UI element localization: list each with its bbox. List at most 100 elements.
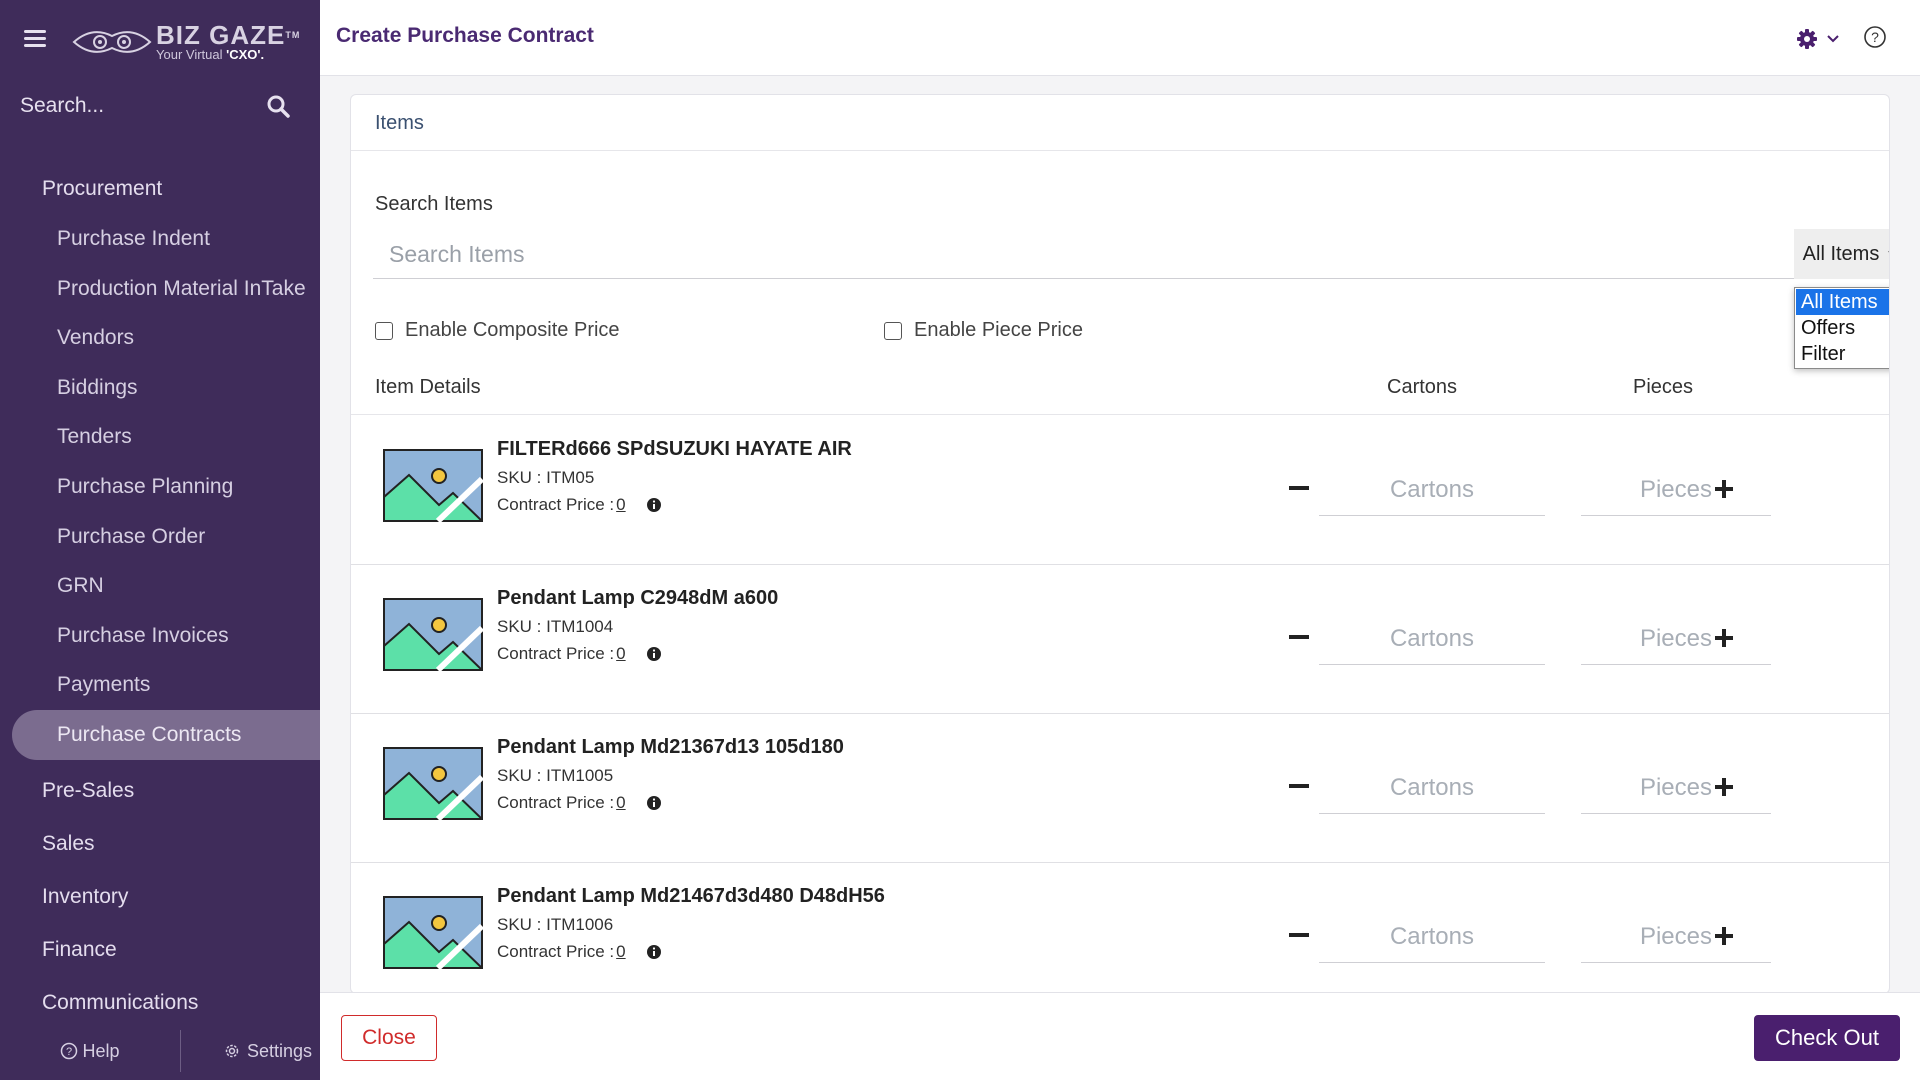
search-icon[interactable]	[266, 94, 290, 118]
page-title: Create Purchase Contract	[336, 24, 594, 47]
help-link[interactable]: ? Help	[0, 1041, 180, 1062]
info-icon[interactable]	[646, 646, 662, 662]
enable-piece-price[interactable]: Enable Piece Price	[884, 319, 1083, 342]
footer-divider	[180, 1030, 181, 1072]
nav-item-purchase-order[interactable]: Purchase Order	[0, 512, 320, 562]
cartons-input[interactable]	[1319, 762, 1545, 813]
item-name[interactable]: Pendant Lamp Md21467d3d480 D48dH56	[497, 885, 885, 908]
pieces-input[interactable]	[1581, 911, 1771, 962]
item-sku: SKU : ITM1005	[497, 766, 614, 785]
nav-item-biddings[interactable]: Biddings	[0, 363, 320, 413]
contract-price-value[interactable]: 0	[616, 644, 625, 664]
pieces-field	[1581, 762, 1771, 814]
decrease-qty-button[interactable]	[1289, 784, 1309, 788]
filter-option-offers[interactable]: Offers	[1796, 315, 1889, 341]
chevron-down-icon	[1888, 251, 1889, 253]
item-sku: SKU : ITM1004	[497, 617, 614, 636]
nav-item-purchase-invoices[interactable]: Purchase Invoices	[0, 611, 320, 661]
help-question-icon[interactable]: ?	[1862, 24, 1888, 50]
nav-item-production-material-intake[interactable]: Production Material InTake	[0, 264, 320, 314]
item-name[interactable]: Pendant Lamp C2948dM a600	[497, 587, 778, 610]
nav-item-payments[interactable]: Payments	[0, 660, 320, 710]
increase-qty-plus-icon[interactable]	[1714, 628, 1734, 648]
gear-menu-button[interactable]	[1796, 26, 1844, 52]
enable-composite-price[interactable]: Enable Composite Price	[375, 319, 620, 342]
help-label: Help	[82, 1040, 120, 1061]
composite-price-label: Enable Composite Price	[405, 319, 620, 341]
tagline-strong: 'CXO'.	[226, 47, 265, 62]
settings-link[interactable]: Settings	[223, 1041, 312, 1062]
owl-logo-icon	[72, 31, 152, 53]
item-image-placeholder-icon	[383, 896, 483, 969]
gear-icon	[1797, 29, 1817, 49]
increase-qty-plus-icon[interactable]	[1714, 777, 1734, 797]
cartons-input[interactable]	[1319, 613, 1545, 664]
cartons-input[interactable]	[1319, 911, 1545, 962]
hamburger-menu-icon[interactable]	[24, 30, 46, 48]
sidebar-header: BIZ GAZETM Your Virtual 'CXO'.	[0, 0, 320, 78]
brand-tagline: Your Virtual 'CXO'.	[156, 48, 300, 62]
top-bar: Create Purchase Contract ?	[320, 0, 1920, 76]
settings-label: Settings	[247, 1040, 313, 1061]
search-items-label: Search Items	[375, 193, 493, 215]
filter-option-all-items[interactable]: All Items	[1796, 289, 1889, 315]
items-card-title: Items	[351, 95, 1889, 151]
info-icon[interactable]	[646, 497, 662, 513]
filter-option-filter[interactable]: Filter	[1796, 341, 1889, 367]
pieces-field	[1581, 464, 1771, 516]
increase-qty-plus-icon[interactable]	[1714, 479, 1734, 499]
nav-section-finance[interactable]: Finance	[0, 923, 320, 976]
nav-item-vendors[interactable]: Vendors	[0, 313, 320, 363]
nav-section-inventory[interactable]: Inventory	[0, 870, 320, 923]
item-name[interactable]: Pendant Lamp Md21367d13 105d180	[497, 736, 844, 759]
pieces-input[interactable]	[1581, 762, 1771, 813]
search-items-field	[373, 229, 1868, 279]
close-button[interactable]: Close	[341, 1015, 437, 1061]
sidebar-search	[20, 86, 290, 126]
nav-item-purchase-contracts[interactable]: Purchase Contracts	[12, 709, 320, 760]
contract-price-value[interactable]: 0	[616, 495, 625, 515]
pieces-field	[1581, 911, 1771, 963]
contract-price-value[interactable]: 0	[616, 793, 625, 813]
nav-section-procurement[interactable]: Procurement	[0, 164, 320, 214]
pieces-input[interactable]	[1581, 613, 1771, 664]
nav-section-sales[interactable]: Sales	[0, 817, 320, 870]
nav-section-communications[interactable]: Communications	[0, 976, 320, 1029]
chevron-down-icon	[1827, 35, 1839, 43]
main-content: Create Purchase Contract ? Items Search …	[320, 0, 1920, 1080]
settings-gear-icon	[225, 1044, 239, 1058]
cartons-input[interactable]	[1319, 464, 1545, 515]
items-filter-select[interactable]: All Items	[1794, 229, 1889, 279]
brand-logo[interactable]: BIZ GAZETM Your Virtual 'CXO'.	[72, 20, 300, 64]
filter-selected-value: All Items	[1802, 242, 1880, 265]
logo-text: BIZ GAZETM Your Virtual 'CXO'.	[156, 22, 300, 62]
nav-section-pre-sales[interactable]: Pre-Sales	[0, 764, 320, 817]
nav-item-purchase-planning[interactable]: Purchase Planning	[0, 462, 320, 512]
col-cartons: Cartons	[1387, 376, 1458, 398]
info-icon[interactable]	[646, 795, 662, 811]
increase-qty-plus-icon[interactable]	[1714, 926, 1734, 946]
pieces-input[interactable]	[1581, 464, 1771, 515]
contract-price-label: Contract Price :	[497, 644, 615, 663]
decrease-qty-button[interactable]	[1289, 486, 1309, 490]
check-out-button[interactable]: Check Out	[1754, 1015, 1900, 1061]
info-icon[interactable]	[646, 944, 662, 960]
nav-item-purchase-indent[interactable]: Purchase Indent	[0, 214, 320, 264]
nav-item-grn[interactable]: GRN	[0, 561, 320, 611]
search-items-input[interactable]	[389, 237, 1689, 271]
decrease-qty-button[interactable]	[1289, 635, 1309, 639]
nav-item-tenders[interactable]: Tenders	[0, 412, 320, 462]
col-pieces: Pieces	[1633, 376, 1694, 398]
bottom-action-bar: Close Check Out	[320, 992, 1920, 1080]
contract-price-label: Contract Price :	[497, 495, 615, 514]
contract-price-value[interactable]: 0	[616, 942, 625, 962]
decrease-qty-button[interactable]	[1289, 933, 1309, 937]
item-contract-price: Contract Price :0	[497, 793, 662, 813]
sidebar-search-input[interactable]	[20, 94, 250, 118]
cartons-field	[1319, 762, 1545, 814]
item-name[interactable]: FILTERd666 SPdSUZUKI HAYATE AIR	[497, 438, 852, 461]
composite-price-checkbox[interactable]	[375, 321, 393, 340]
piece-price-checkbox[interactable]	[884, 321, 902, 340]
cartons-field	[1319, 911, 1545, 963]
cartons-field	[1319, 613, 1545, 665]
